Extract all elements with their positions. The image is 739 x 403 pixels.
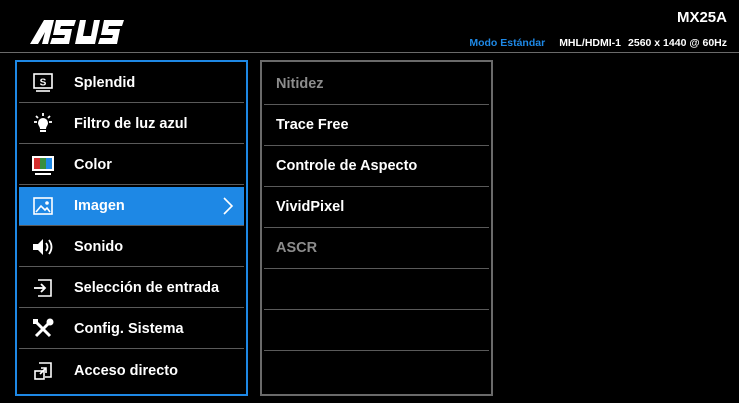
menu-item-label: Selección de entrada (74, 280, 220, 296)
menu-item-label: Filtro de luz azul (74, 116, 188, 132)
input-source: MHL/HDMI-1 (559, 37, 622, 49)
menu-item-label: Color (74, 157, 112, 173)
submenu-item-sharpness: Nitidez (264, 64, 489, 105)
submenu-item-trace-free[interactable]: Trace Free (264, 105, 489, 146)
splendid-icon: S (31, 71, 55, 95)
menu-item-label: Splendid (74, 75, 136, 91)
menu-item-splendid[interactable]: S Splendid (19, 64, 244, 103)
submenu-item-empty (264, 351, 489, 392)
input-select-icon (31, 276, 55, 300)
menu-item-label: Acceso directo (74, 362, 178, 379)
speaker-icon (31, 235, 55, 259)
osd-screen: MX25A Modo Estándar MHL/HDMI-1 2560 x 14… (0, 0, 739, 403)
color-icon (31, 153, 55, 177)
menu-item-label: Imagen (74, 198, 125, 214)
submenu-image: Nitidez Trace Free Controle de Aspecto V… (260, 60, 493, 396)
blue-light-icon (31, 112, 55, 136)
menu-item-system-setup[interactable]: Config. Sistema (19, 310, 244, 349)
menu-item-shortcut[interactable]: Acceso directo (19, 351, 244, 390)
image-icon (31, 194, 55, 218)
input-info: MHL/HDMI-1 2560 x 1440 @ 60Hz (559, 37, 727, 49)
menu-item-image[interactable]: Imagen (19, 187, 244, 226)
chevron-right-icon (222, 196, 234, 216)
menu-item-color[interactable]: Color (19, 146, 244, 185)
svg-text:S: S (40, 78, 47, 89)
resolution: 2560 x 1440 @ 60Hz (628, 37, 727, 49)
header-divider (0, 52, 739, 53)
submenu-item-empty (264, 269, 489, 310)
menu-item-input-select[interactable]: Selección de entrada (19, 269, 244, 308)
menu-item-label: Config. Sistema (74, 321, 184, 337)
status-bar: Modo Estándar MHL/HDMI-1 2560 x 1440 @ 6… (469, 37, 727, 49)
model-name: MX25A (676, 9, 727, 26)
submenu-item-vividpixel[interactable]: VividPixel (264, 187, 489, 228)
menu-item-sound[interactable]: Sonido (19, 228, 244, 267)
asus-logo (28, 14, 128, 50)
menu-item-blue-light-filter[interactable]: Filtro de luz azul (19, 105, 244, 144)
shortcut-icon (31, 359, 55, 383)
tools-icon (31, 317, 55, 341)
main-menu: S Splendid Filtro de luz azul Color Imag… (15, 60, 248, 396)
submenu-item-ascr: ASCR (264, 228, 489, 269)
mode-label: Modo Estándar (469, 37, 546, 49)
submenu-item-empty (264, 310, 489, 351)
submenu-item-aspect-control[interactable]: Controle de Aspecto (264, 146, 489, 187)
menu-item-label: Sonido (74, 239, 124, 255)
